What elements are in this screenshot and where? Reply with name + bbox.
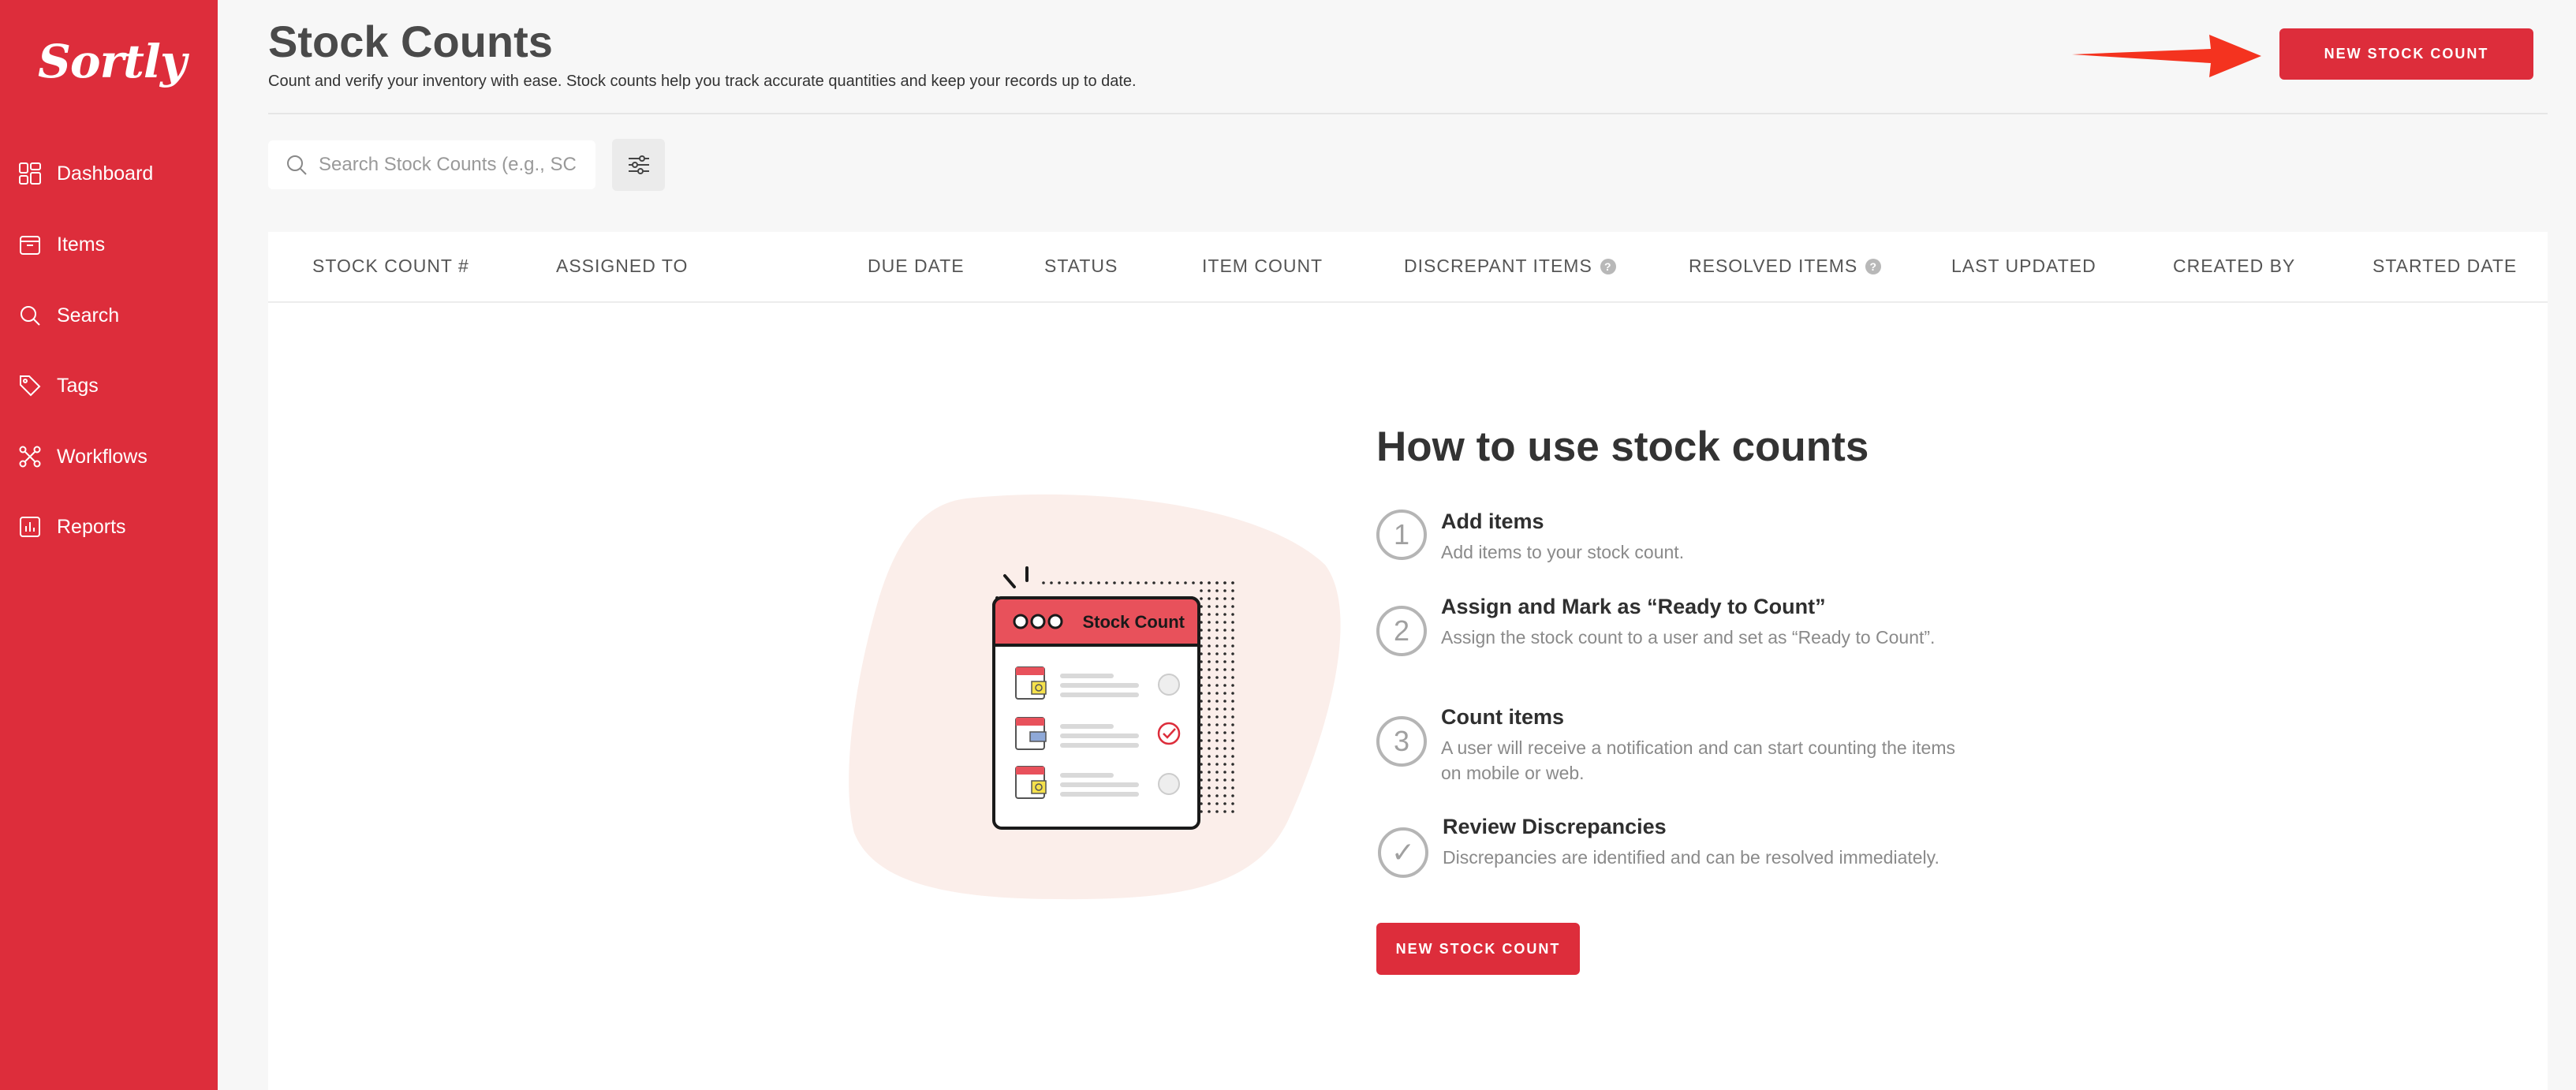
search-icon [287,155,307,175]
column-header-resolved-items[interactable]: RESOLVED ITEMS? [1689,256,1882,277]
column-header-label: RESOLVED ITEMS [1689,256,1858,276]
page-subtitle: Count and verify your inventory with eas… [268,73,1137,90]
step-number: 1 [1376,510,1427,560]
new-stock-count-button-secondary[interactable]: NEW STOCK COUNT [1376,923,1580,975]
new-stock-count-button[interactable]: NEW STOCK COUNT [2279,28,2533,80]
sidebar-item-label: Workflows [57,445,147,468]
column-header-last-updated[interactable]: LAST UPDATED [1951,256,2096,277]
arrow-pointer-icon [2072,35,2261,77]
sidebar-item-label: Reports [57,515,126,538]
sidebar: Sortly Dashboard Items Search Tags Workf… [0,0,218,1090]
filter-sliders-icon [628,155,649,174]
column-header-label: DUE DATE [868,256,965,276]
sidebar-item-label: Tags [57,374,99,397]
tag-icon [20,375,41,397]
step-description: A user will receive a notification and c… [1441,737,1956,783]
column-header-stock-count[interactable]: STOCK COUNT # [312,256,469,277]
sidebar-item-items[interactable]: Items [17,221,207,268]
column-header-item-count[interactable]: ITEM COUNT [1202,256,1323,277]
step-description: Discrepancies are identified and can be … [1443,847,1939,868]
step-description: Add items to your stock count. [1441,542,1685,562]
dashboard-icon [19,162,41,185]
step-title: Add items [1441,510,1544,533]
sidebar-item-dashboard[interactable]: Dashboard [17,150,207,197]
step-description: Assign the stock count to a user and set… [1441,627,1936,648]
table-header: STOCK COUNT # ASSIGNED TO DUE DATE STATU… [268,232,2548,303]
step-number: 2 [1376,606,1427,656]
reports-icon [20,517,40,537]
sidebar-item-label: Items [57,233,106,256]
column-header-assigned-to[interactable]: ASSIGNED TO [556,256,688,277]
help-icon[interactable]: ? [1865,258,1882,274]
workflows-icon [19,446,41,468]
column-header-created-by[interactable]: CREATED BY [2173,256,2295,277]
column-header-label: STOCK COUNT # [312,256,469,276]
column-header-label: STARTED DATE [2373,256,2518,276]
column-header-discrepant-items[interactable]: DISCREPANT ITEMS? [1404,256,1616,277]
howto-title: How to use stock counts [1376,424,1869,470]
column-header-label: STATUS [1044,256,1118,276]
illustration-title: Stock Count [1082,612,1185,632]
filter-button[interactable] [612,139,665,191]
column-header-label: CREATED BY [2173,256,2296,276]
search-input[interactable] [319,154,587,176]
sortly-logo[interactable]: Sortly [38,35,187,88]
step-number: 3 [1376,716,1427,767]
sidebar-item-reports[interactable]: Reports [17,503,207,551]
sidebar-item-workflows[interactable]: Workflows [17,433,207,480]
step-title: Review Discrepancies [1443,815,1667,838]
column-header-started-date[interactable]: STARTED DATE [2373,256,2517,277]
step-title: Count items [1441,705,1565,729]
sidebar-item-label: Dashboard [57,162,154,185]
items-icon [20,236,40,255]
column-header-label: ITEM COUNT [1202,256,1323,276]
column-header-status[interactable]: STATUS [1044,256,1118,277]
step-title: Assign and Mark as “Ready to Count” [1441,595,1826,618]
column-header-label: ASSIGNED TO [556,256,689,276]
sidebar-item-label: Search [57,304,120,327]
help-icon[interactable]: ? [1600,258,1616,274]
column-header-label: LAST UPDATED [1951,256,2096,276]
checkmark-icon: ✓ [1378,827,1428,878]
stock-count-illustration: Stock Count [992,566,1235,830]
sidebar-item-search[interactable]: Search [17,292,207,339]
sidebar-item-tags[interactable]: Tags [17,362,207,409]
column-header-label: DISCREPANT ITEMS [1404,256,1592,276]
page-title: Stock Counts [268,17,553,66]
column-header-due-date[interactable]: DUE DATE [868,256,965,277]
search-icon [21,306,40,326]
header-divider [268,113,2548,114]
search-bar[interactable] [268,140,595,189]
